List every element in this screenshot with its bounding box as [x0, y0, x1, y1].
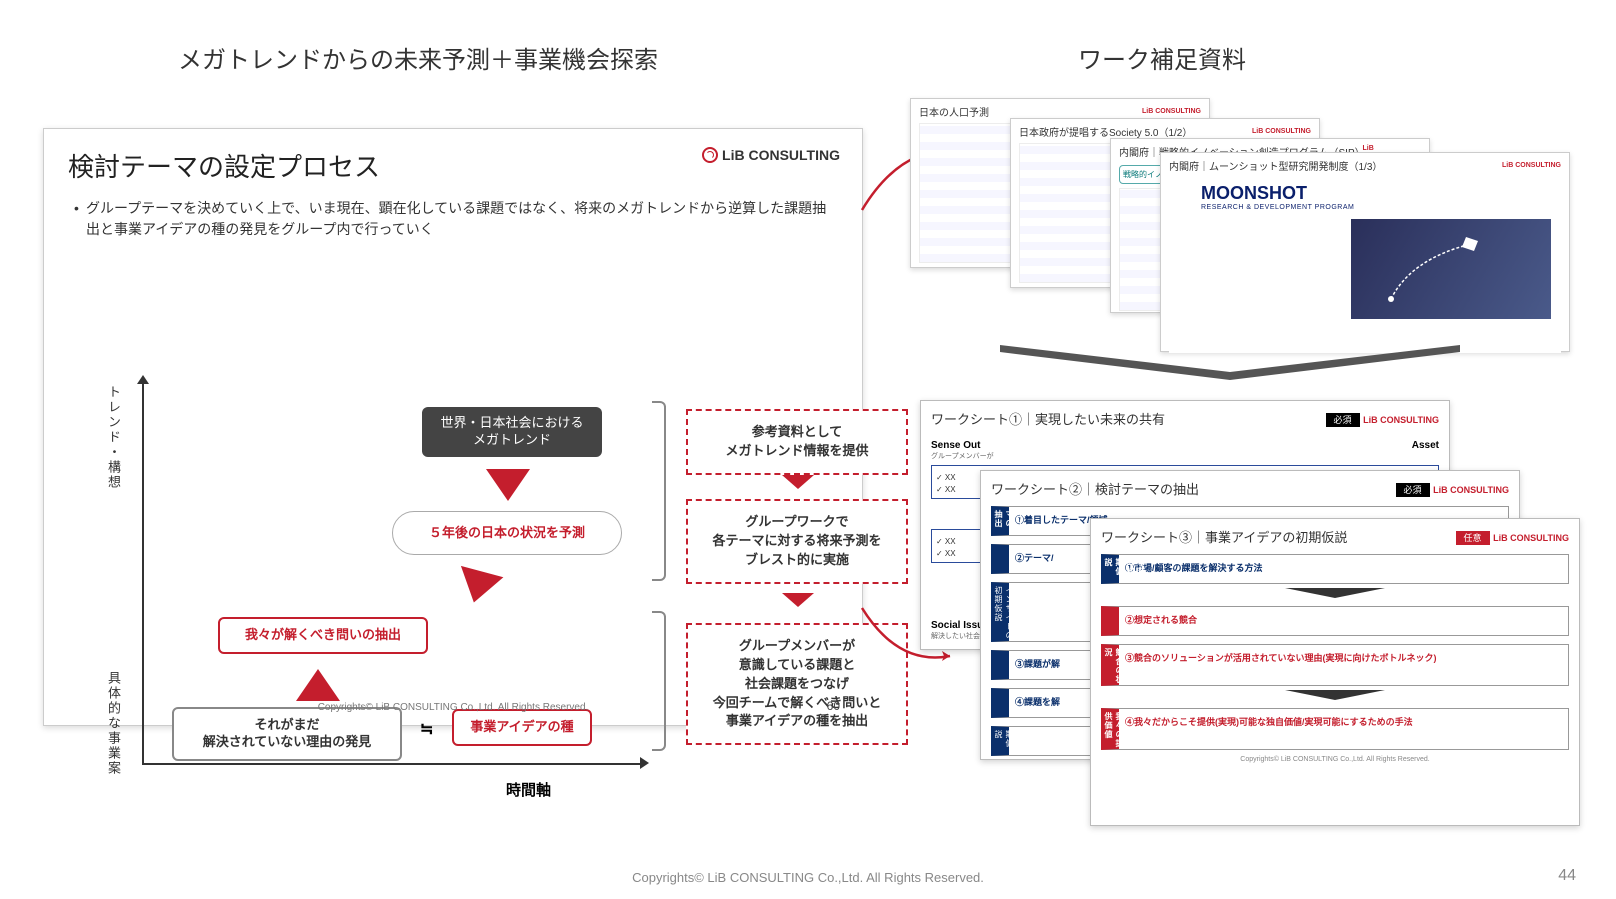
vbar-text: 競合の状況	[1103, 648, 1125, 685]
thumbnails-top: 日本の人口予測 LiB CONSULTING 日本政府が提唱するSociety 5…	[900, 90, 1580, 330]
bracket-icon	[652, 611, 666, 751]
slide-copyright: Copyrights© LiB CONSULTING Co.,Ltd. All …	[318, 702, 589, 713]
badge-optional: 任意	[1456, 531, 1490, 545]
mini-logo: LiB CONSULTING	[1433, 485, 1509, 495]
axis-x-arrow	[640, 757, 649, 769]
box-megatrend: 世界・日本社会におけるメガトレンド	[422, 407, 602, 457]
sense-out-sub: グループメンバーが	[931, 451, 994, 461]
vbar-text: テーマの抽出	[993, 510, 1026, 535]
box-forecast: ５年後の日本の状況を予測	[392, 511, 622, 555]
y-axis-top: トレンド・構想	[104, 385, 123, 490]
arrow-icon	[486, 469, 530, 501]
moonshot-sub: RESEARCH & DEVELOPMENT PROGRAM	[1201, 204, 1354, 211]
mini-logo: LiB CONSULTING	[1363, 415, 1439, 425]
axis-y	[142, 381, 144, 763]
main-slide: 検討テーマの設定プロセス LiB CONSULTING グループテーマを決めてい…	[43, 128, 863, 726]
y-axis-bottom: 具体的な事業案	[104, 671, 123, 776]
moonshot-text: MOONSHOT	[1201, 183, 1354, 204]
box-seed: 事業アイデアの種	[452, 709, 592, 746]
chevron-down-icon	[782, 475, 814, 489]
vbar-text: 事業の初期仮説	[993, 730, 1037, 755]
big-chevron-down	[990, 340, 1470, 380]
slide-logo: LiB CONSULTING	[702, 147, 840, 163]
mini-logo: LiB CONSULTING	[1493, 533, 1569, 543]
dashed-box-2: グループワークで各テーマに対する将来予測をブレスト的に実施	[686, 499, 908, 584]
box-question: 我々が解くべき問いの抽出	[218, 617, 428, 654]
badge-required: 必須	[1396, 483, 1430, 497]
logo-icon	[702, 147, 718, 163]
heading-left: メガトレンドからの未来予測＋事業機会探索	[178, 40, 658, 75]
worksheets: ワークシート①｜実現したい未来の共有 必須 LiB CONSULTING Sen…	[910, 392, 1590, 832]
thumb-body: MOONSHOT RESEARCH & DEVELOPMENT PROGRAM	[1169, 183, 1561, 353]
approx-symbol: ≒	[420, 719, 433, 739]
vbar-text: 我々の提供価値	[1103, 712, 1125, 749]
ws3-copyright: Copyrights© LiB CONSULTING Co.,Ltd. All …	[1101, 756, 1569, 763]
thumb-1-title: 日本の人口予測	[919, 104, 989, 119]
crescent-icon	[1169, 184, 1195, 210]
bracket-icon	[652, 401, 666, 581]
slide-bullet: グループテーマを決めていく上で、いま現在、顕在化している課題ではなく、将来のメガ…	[68, 198, 838, 240]
mini-logo: LiB CONSULTING	[1252, 128, 1311, 135]
chevron-down-icon	[782, 593, 814, 607]
ws3-section-2: ②想定される競合	[1101, 606, 1569, 636]
arrow-icon	[453, 566, 504, 608]
dashed-box-3: グループメンバーが意識している課題と社会課題をつなげ今回チームで解くべき問いと事…	[686, 623, 908, 745]
moonshot-logo: MOONSHOT RESEARCH & DEVELOPMENT PROGRAM	[1169, 183, 1561, 211]
mini-logo: LiB CONSULTING	[1142, 108, 1201, 115]
thumb-4-title: 内閣府｜ムーンショット型研究開発制度（1/3）	[1169, 158, 1382, 173]
asset-label: Asset	[1412, 440, 1439, 461]
axis-x	[142, 763, 642, 765]
thumb-2-title: 日本政府が提唱するSociety 5.0（1/2）	[1019, 124, 1192, 139]
mini-logo: LiB CONSULTING	[1502, 162, 1561, 169]
axis-y-arrow	[137, 375, 149, 384]
page-footer-copyright: Copyrights© LiB CONSULTING Co.,Ltd. All …	[632, 870, 984, 885]
x-axis-label: 時間軸	[506, 779, 551, 800]
ws3-section-3: 競合の状況 ③競合のソリューションが活用されていない理由(実現に向けたボトルネッ…	[1101, 644, 1569, 686]
ws3-section-4: 我々の提供価値 ④我々だからこそ提供(実現)可能な独自価値/実現可能にするための…	[1101, 708, 1569, 750]
dashed-box-1: 参考資料としてメガトレンド情報を提供	[686, 409, 908, 475]
ws2-title: ワークシート②｜検討テーマの抽出	[991, 479, 1199, 498]
diagram-area: トレンド・構想 具体的な事業案 時間軸 世界・日本社会におけるメガトレンド ５年…	[106, 371, 866, 801]
ws1-title: ワークシート①｜実現したい未来の共有	[931, 409, 1165, 428]
box-reason: それがまだ解決されていない理由の発見	[172, 707, 402, 761]
moonshot-image	[1351, 219, 1551, 319]
chevron-down-icon	[1285, 690, 1385, 700]
vbar-text: 事業の初期仮説	[1103, 558, 1147, 583]
worksheet-3: ワークシート③｜事業アイデアの初期仮説 任意 LiB CONSULTING 事業…	[1090, 518, 1580, 826]
arrow-icon	[296, 669, 340, 701]
vbar-text: インサイトの初期仮説	[993, 586, 1015, 641]
page-footer-number: 44	[1558, 867, 1576, 885]
thumb-4: 内閣府｜ムーンショット型研究開発制度（1/3） LiB CONSULTING MO…	[1160, 152, 1570, 352]
ws3-title: ワークシート③｜事業アイデアの初期仮説	[1101, 527, 1347, 546]
heading-right: ワーク補足資料	[1078, 40, 1246, 75]
ws3-section-1: 事業の初期仮説 ①市場/顧客の課題を解決する方法	[1101, 554, 1569, 584]
badge-required: 必須	[1326, 413, 1360, 427]
logo-text: LiB CONSULTING	[722, 147, 840, 163]
chevron-down-icon	[1285, 588, 1385, 598]
sense-out-label: Sense Out	[931, 440, 994, 451]
slide-page-number: 60	[827, 699, 840, 713]
